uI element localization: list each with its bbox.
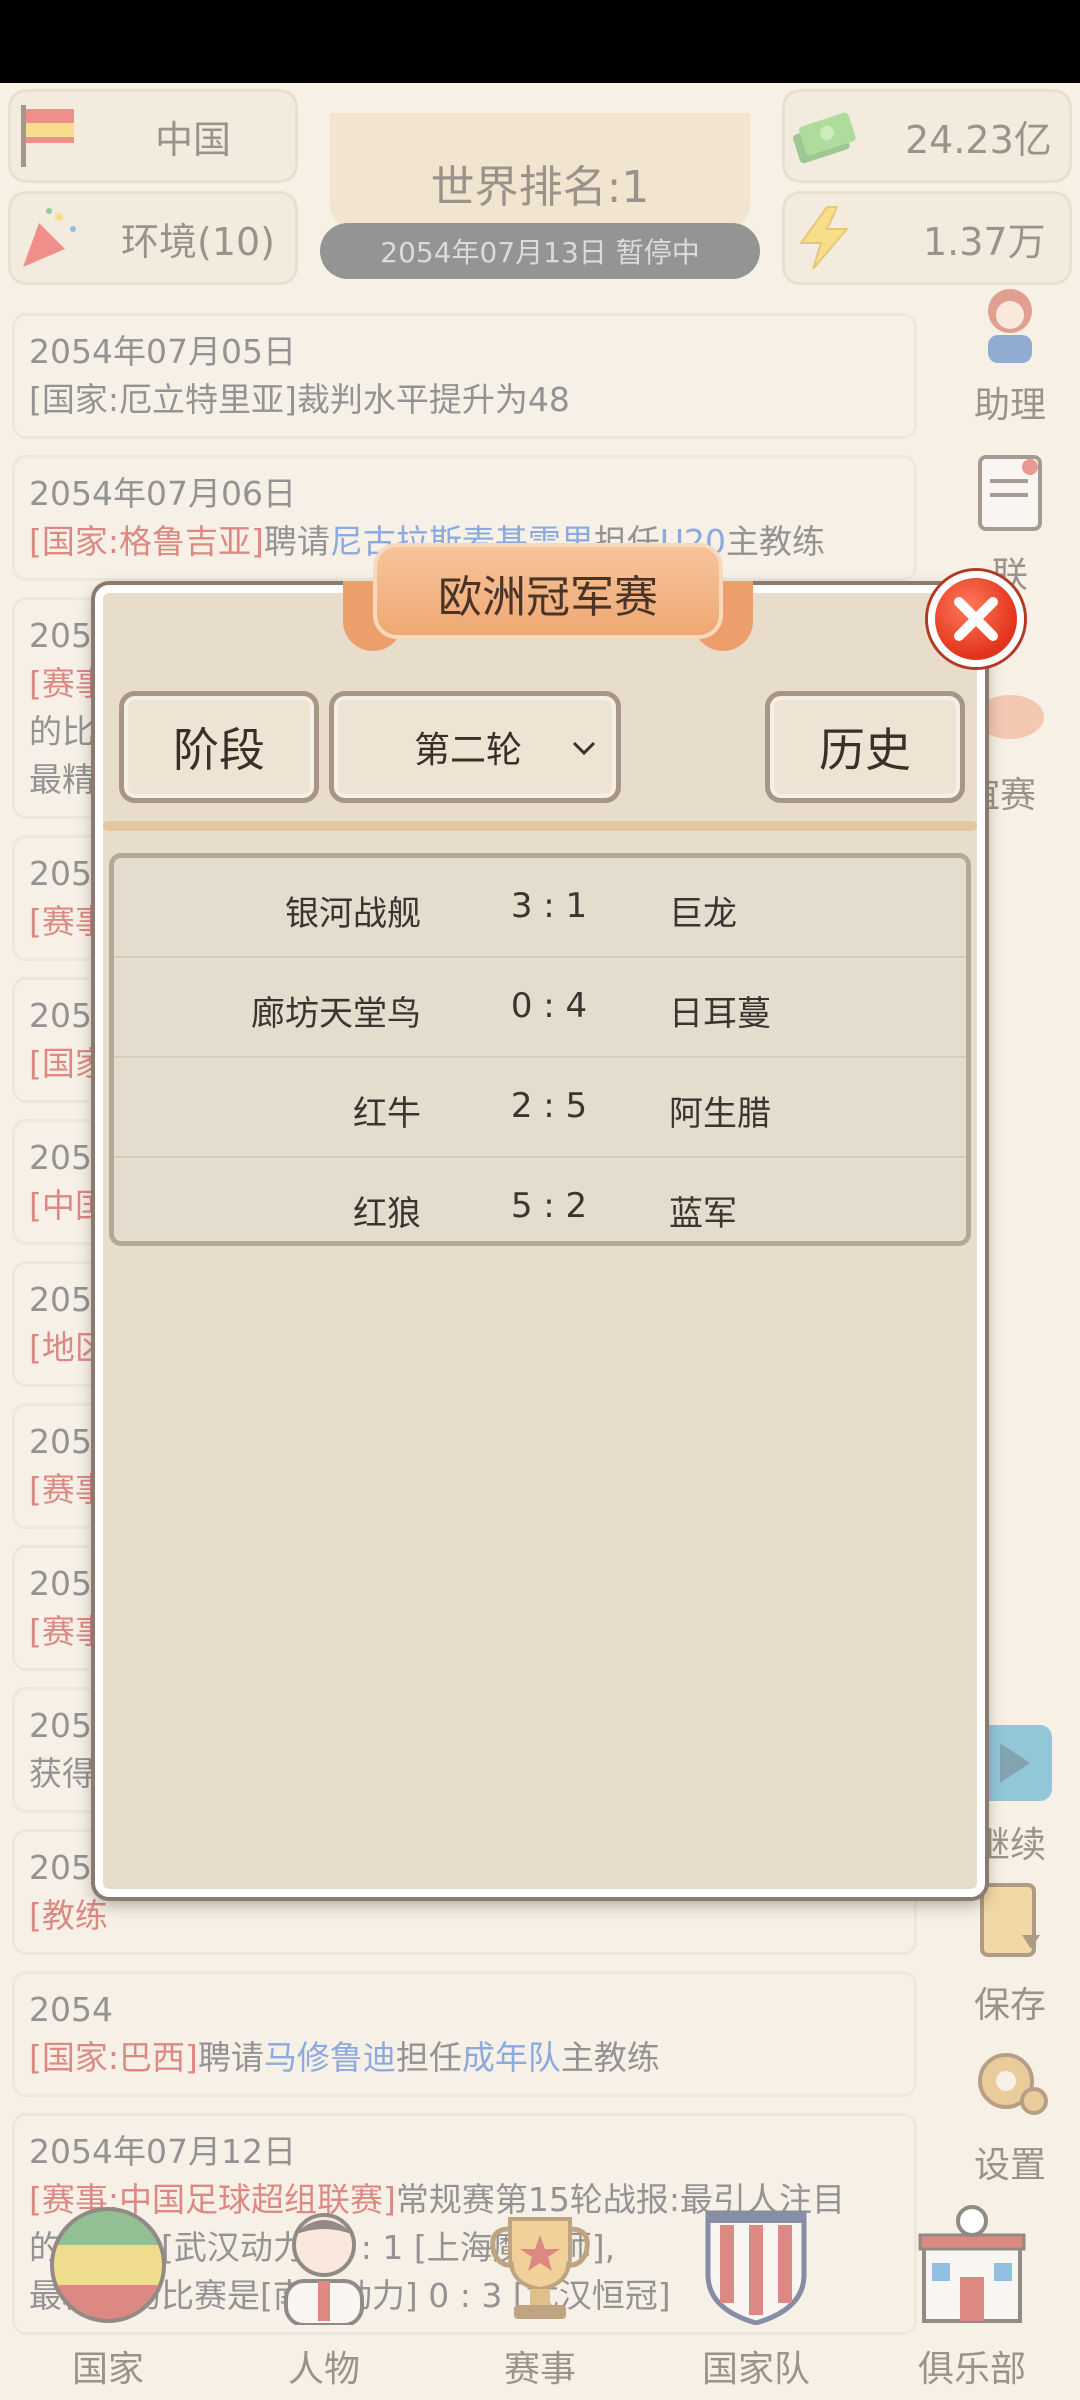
close-button[interactable] (928, 571, 1024, 667)
stage-button[interactable]: 阶段 (119, 691, 319, 803)
away-team: 日耳蔓 (669, 994, 771, 1034)
history-button[interactable]: 历史 (765, 691, 965, 803)
home-team: 廊坊天堂鸟 (251, 994, 421, 1034)
home-team: 红狼 (353, 1194, 421, 1234)
away-team: 蓝军 (669, 1194, 737, 1234)
table-row[interactable]: 红牛 2 : 5 阿生腊 (114, 1058, 966, 1158)
match-score: 0 : 4 (510, 986, 588, 1026)
match-score: 2 : 5 (510, 1086, 588, 1126)
round-dropdown[interactable]: 第二轮 (329, 691, 621, 803)
match-results-table: 银河战舰 3 : 1 巨龙 廊坊天堂鸟 0 : 4 日耳蔓 红牛 2 : 5 阿… (109, 853, 971, 1246)
home-team: 红牛 (353, 1094, 421, 1134)
table-row[interactable]: 廊坊天堂鸟 0 : 4 日耳蔓 (114, 958, 966, 1058)
dialog-title: 欧洲冠军赛 (438, 572, 658, 623)
competition-dialog: 欧洲冠军赛 阶段 第二轮 历史 银河战舰 3 : 1 巨龙 廊坊天堂鸟 0 : … (95, 543, 1024, 1897)
away-team: 阿生腊 (669, 1094, 771, 1134)
chevron-down-icon (572, 741, 596, 756)
round-selected-label: 第二轮 (413, 730, 522, 771)
home-team: 银河战舰 (285, 894, 421, 934)
match-score: 3 : 1 (510, 886, 588, 926)
divider (103, 821, 977, 831)
table-row[interactable]: 红狼 5 : 2 蓝军 (114, 1158, 966, 1241)
close-icon (954, 597, 998, 641)
title-ribbon: 欧洲冠军赛 (343, 543, 753, 653)
away-team: 巨龙 (669, 894, 737, 934)
match-score: 5 : 2 (510, 1186, 588, 1226)
table-row[interactable]: 银河战舰 3 : 1 巨龙 (114, 858, 966, 958)
